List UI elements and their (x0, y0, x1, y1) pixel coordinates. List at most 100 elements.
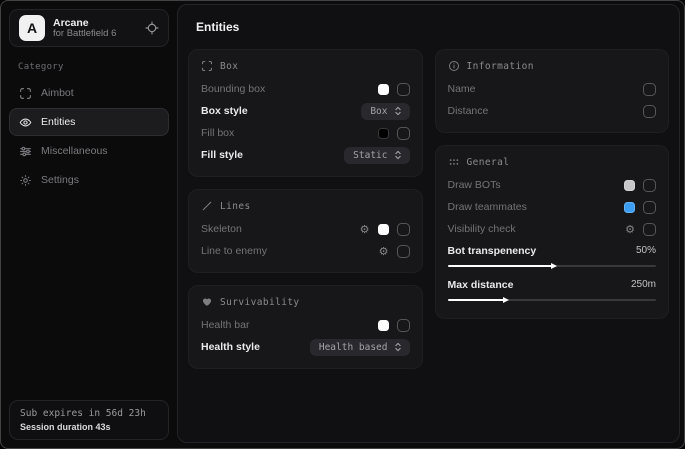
subscription-footer-card: Sub expires in 56d 23h Session duration … (9, 400, 169, 440)
chevron-updown-icon (394, 342, 402, 352)
eye-icon (19, 116, 32, 129)
color-swatch[interactable] (378, 320, 389, 331)
card-title: Lines (220, 201, 251, 212)
row-controls (643, 105, 656, 118)
slider-track[interactable] (448, 299, 657, 301)
slider-head: Bot transpenency 50% (448, 241, 657, 260)
card-title: Box (220, 61, 238, 72)
card-title: Survivability (220, 297, 300, 308)
option-row: Line to enemy ⚙ (201, 240, 410, 262)
option-row: Health bar (201, 314, 410, 336)
left-column: BoxBounding boxBox styleBoxFill boxFill … (188, 49, 423, 369)
color-swatch[interactable] (378, 128, 389, 139)
slider-head: Max distance250m (448, 275, 657, 294)
checkbox[interactable] (643, 105, 656, 118)
option-label: Health style (201, 341, 260, 353)
card-general: General Draw BOTs Draw teammates Visibility… (435, 145, 670, 319)
gear-icon (19, 174, 32, 187)
option-row: Health style Health based (201, 336, 410, 358)
card-title: General (467, 157, 510, 168)
option-row: Fill box (201, 122, 410, 144)
card-header: General (448, 156, 657, 168)
card-survivability: SurvivabilityHealth barHealth styleHealt… (188, 285, 423, 369)
color-swatch[interactable] (624, 202, 635, 213)
right-column: InformationNameDistanceGeneralDraw BOTsD… (435, 49, 670, 319)
card-header: Lines (201, 200, 410, 212)
heart-icon (201, 296, 213, 308)
color-swatch[interactable] (624, 180, 635, 191)
checkbox[interactable] (643, 201, 656, 214)
line-icon (201, 200, 213, 212)
app-title-block: Arcane for Battlefield 6 (53, 17, 116, 40)
option-label: Visibility check (448, 223, 516, 235)
sidebar-item-aimbot[interactable]: Aimbot (9, 79, 169, 107)
checkbox[interactable] (397, 83, 410, 96)
option-label: Name (448, 83, 476, 95)
main-panel: Entities Box Bounding box Box style Box Fill… (177, 4, 680, 443)
app-logo: A (19, 15, 45, 41)
dropdown-value: Box (370, 106, 387, 117)
option-label: Box style (201, 105, 248, 117)
option-label: Bounding box (201, 83, 265, 95)
grid-dots-icon (448, 156, 460, 168)
slider-fill (448, 299, 504, 301)
card-header: Information (448, 60, 657, 72)
slider-thumb[interactable] (503, 297, 509, 303)
page-title: Entities (196, 20, 669, 34)
row-controls (378, 83, 410, 96)
color-swatch[interactable] (378, 84, 389, 95)
checkbox[interactable] (397, 319, 410, 332)
checkbox[interactable] (397, 245, 410, 258)
sidebar-item-settings[interactable]: Settings (9, 166, 169, 194)
option-row: Name (448, 78, 657, 100)
app-window: A Arcane for Battlefield 6 Category Aimb… (0, 0, 685, 449)
card-header: Box (201, 60, 410, 72)
sidebar: A Arcane for Battlefield 6 Category Aimb… (1, 1, 177, 448)
checkbox[interactable] (643, 223, 656, 236)
card-box: BoxBounding boxBox styleBoxFill boxFill … (188, 49, 423, 177)
row-controls (624, 179, 656, 192)
dropdown[interactable]: Health based (310, 339, 410, 356)
option-row: Draw teammates (448, 196, 657, 218)
gear-icon[interactable]: ⚙ (379, 246, 389, 257)
target-icon[interactable] (145, 21, 159, 35)
slider-track[interactable] (448, 265, 657, 267)
slider-label: Bot transpenency (448, 245, 537, 257)
sidebar-item-label: Aimbot (41, 87, 74, 99)
checkbox[interactable] (643, 179, 656, 192)
slider-value: 50% (636, 245, 656, 256)
sidebar-item-miscellaneous[interactable]: Miscellaneous (9, 137, 169, 165)
gear-icon[interactable]: ⚙ (360, 224, 370, 235)
row-controls (378, 127, 410, 140)
sidebar-item-entities[interactable]: Entities (9, 108, 169, 136)
checkbox[interactable] (643, 83, 656, 96)
option-row: Skeleton ⚙ (201, 218, 410, 240)
dropdown-value: Static (353, 150, 387, 161)
dropdown-value: Health based (319, 342, 388, 353)
app-subtitle: for Battlefield 6 (53, 29, 116, 40)
card-header: Survivability (201, 296, 410, 308)
option-label: Draw BOTs (448, 179, 501, 191)
sidebar-item-label: Entities (41, 116, 75, 128)
option-label: Skeleton (201, 223, 242, 235)
row-controls: Box (361, 103, 409, 120)
row-controls: ⚙ (625, 223, 656, 236)
gear-icon[interactable]: ⚙ (625, 224, 635, 235)
option-row: Draw BOTs (448, 174, 657, 196)
card-lines: Lines Skeleton ⚙ Line to enemy ⚙ (188, 189, 423, 273)
slider-thumb[interactable] (551, 263, 557, 269)
dropdown[interactable]: Box (361, 103, 409, 120)
sidebar-nav: Aimbot Entities MiscellaneousSettings (1, 79, 177, 194)
row-controls: Health based (310, 339, 410, 356)
category-label: Category (18, 62, 160, 72)
option-row: Box style Box (201, 100, 410, 122)
dropdown[interactable]: Static (344, 147, 409, 164)
color-swatch[interactable] (378, 224, 389, 235)
slider-fill (448, 265, 552, 267)
option-label: Line to enemy (201, 245, 267, 257)
checkbox[interactable] (397, 127, 410, 140)
chevron-updown-icon (394, 150, 402, 160)
slider-label: Max distance (448, 279, 514, 291)
checkbox[interactable] (397, 223, 410, 236)
app-name: Arcane (53, 17, 116, 29)
